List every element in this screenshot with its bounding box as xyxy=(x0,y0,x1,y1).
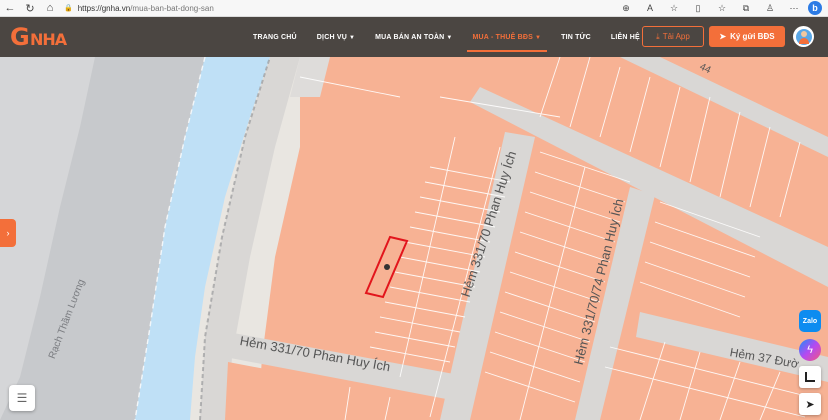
nav-label: MUA - THUÊ BĐS xyxy=(472,33,533,41)
nav-mua-ban-an-toan[interactable]: MUA BÁN AN TOÀN ▼ xyxy=(375,34,452,41)
favorites-icon[interactable]: ☆ xyxy=(712,1,732,16)
nav-label: MUA BÁN AN TOÀN xyxy=(375,33,445,41)
lock-icon: 🔒 xyxy=(64,5,73,12)
user-avatar[interactable] xyxy=(793,26,814,47)
collections-icon[interactable]: ⧉ xyxy=(736,1,756,16)
avatar-icon xyxy=(795,28,812,45)
locate-button[interactable]: ➤ xyxy=(799,393,821,415)
map-svg xyxy=(0,57,828,420)
measure-button[interactable] xyxy=(799,366,821,388)
zalo-icon: Zalo xyxy=(802,317,818,325)
logo-text: NHA xyxy=(30,30,67,49)
nav-label: TRANG CHỦ xyxy=(253,33,297,41)
caret-down-icon: ▼ xyxy=(348,34,356,41)
post-listing-button[interactable]: ➤ Ký gửi BĐS xyxy=(709,26,785,47)
selected-parcel-marker xyxy=(384,264,390,270)
split-screen-icon[interactable]: ▯ xyxy=(688,1,708,16)
layers-icon: ☰ xyxy=(16,391,28,405)
map-canvas[interactable]: Rạch Thầm Lương Hẻm 331/70 Phan Huy Ích … xyxy=(0,57,828,420)
layers-button[interactable]: ☰ xyxy=(9,385,35,411)
download-app-button[interactable]: ⤓ Tải App xyxy=(642,26,704,47)
nav-trang-chu[interactable]: TRANG CHỦ xyxy=(253,34,297,41)
favorite-star-icon[interactable]: ☆ xyxy=(664,1,684,16)
bing-icon[interactable]: b xyxy=(808,1,822,15)
site-header: G NHA TRANG CHỦ DỊCH VỤ ▼ MUA BÁN AN TOÀN… xyxy=(0,17,828,57)
url-path: /mua-ban-bat-dong-san xyxy=(130,3,214,13)
more-icon[interactable]: ⋯ xyxy=(784,1,804,16)
side-panel-toggle[interactable]: › xyxy=(0,219,16,247)
caret-down-icon: ▼ xyxy=(535,34,542,41)
home-icon[interactable]: ⌂ xyxy=(40,0,60,17)
address-bar[interactable]: 🔒 https://gnha.vn/mua-ban-bat-dong-san xyxy=(64,2,584,15)
url-host: https://gnha.vn xyxy=(77,3,131,13)
nav-dich-vu[interactable]: DỊCH VỤ ▼ xyxy=(317,34,355,41)
download-icon: ⤓ xyxy=(656,31,660,41)
back-icon[interactable]: ← xyxy=(0,0,20,17)
gnha-logo[interactable]: G NHA xyxy=(8,19,72,55)
download-app-label: Tải App xyxy=(662,32,690,41)
nav-label: LIÊN HỆ xyxy=(610,33,640,41)
post-listing-label: Ký gửi BĐS xyxy=(730,32,775,41)
nav-tin-tuc[interactable]: TIN TỨC xyxy=(561,34,591,41)
nav-label: DỊCH VỤ xyxy=(316,33,347,41)
nav-lien-he[interactable]: LIÊN HỆ xyxy=(611,34,640,41)
nav-label: TIN TỨC xyxy=(561,33,591,41)
nav-mua-thue-bds[interactable]: MUA - THUÊ BĐS ▼ xyxy=(466,33,547,52)
zalo-button[interactable]: Zalo xyxy=(799,310,821,332)
browser-toolbar: ← ↻ ⌂ 🔒 https://gnha.vn/mua-ban-bat-dong… xyxy=(0,0,828,17)
locate-icon: ➤ xyxy=(805,398,815,411)
reload-icon[interactable]: ↻ xyxy=(20,0,40,17)
send-icon: ➤ xyxy=(719,32,727,41)
read-aloud-icon[interactable]: A xyxy=(640,1,660,16)
messenger-button[interactable]: ϟ xyxy=(799,339,821,361)
main-nav: TRANG CHỦ DỊCH VỤ ▼ MUA BÁN AN TOÀN ▼ MUA … xyxy=(253,17,660,57)
measure-icon xyxy=(805,372,815,382)
extensions-icon[interactable]: ♙ xyxy=(760,1,780,16)
caret-down-icon: ▼ xyxy=(446,34,453,41)
logo-letter: G xyxy=(10,23,30,51)
messenger-icon: ϟ xyxy=(807,344,813,356)
zoom-icon[interactable]: ⊕ xyxy=(616,1,636,16)
